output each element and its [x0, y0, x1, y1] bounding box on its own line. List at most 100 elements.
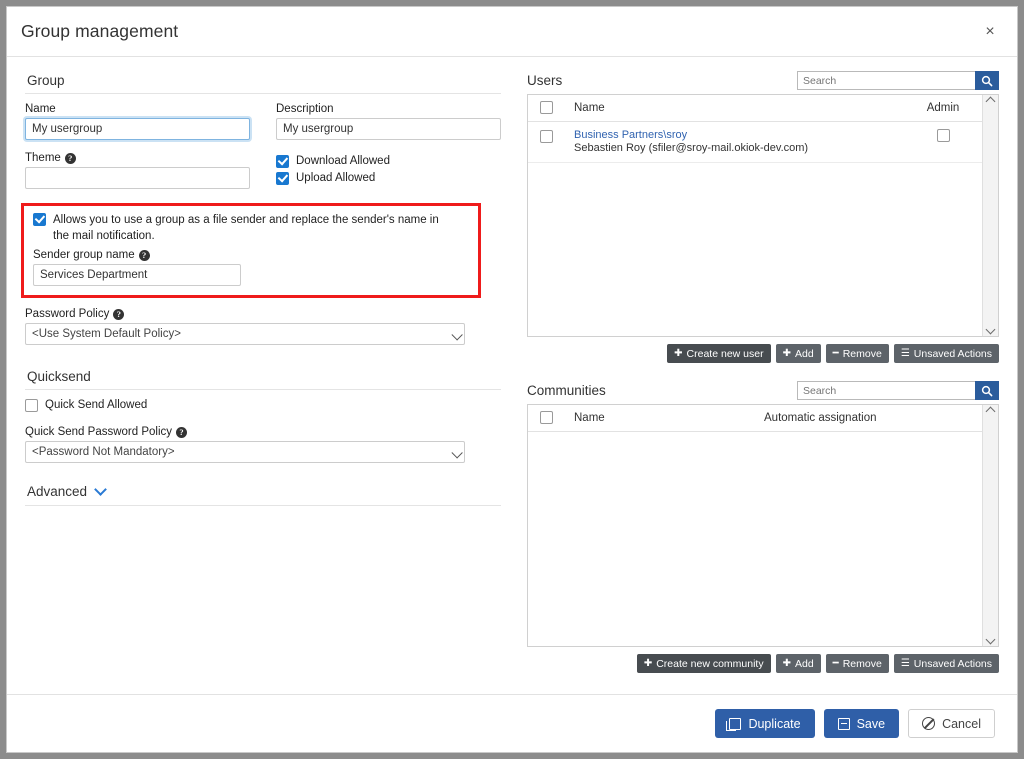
communities-col-name: Name — [574, 412, 605, 424]
quick-send-policy-group: Quick Send Password Policy ? <Password N… — [25, 426, 501, 464]
name-field-group: Name — [25, 103, 250, 140]
sender-allowed-row[interactable]: Allows you to use a group as a file send… — [33, 213, 469, 244]
dialog-footer: Duplicate Save Cancel — [7, 694, 1017, 752]
communities-unsaved-actions-button[interactable]: ☰ Unsaved Actions — [893, 654, 999, 673]
add-community-label: Add — [794, 657, 814, 670]
theme-label-text: Theme — [25, 152, 61, 164]
advanced-toggle[interactable]: Advanced — [25, 481, 501, 507]
group-section-heading: Group — [25, 71, 501, 94]
cancel-button[interactable]: Cancel — [908, 709, 995, 738]
cancel-icon — [922, 717, 936, 730]
description-label-text: Description — [276, 103, 334, 115]
search-icon — [981, 75, 993, 86]
quick-send-policy-value: <Password Not Mandatory> — [32, 446, 175, 459]
sender-allowed-label: Allows you to use a group as a file send… — [53, 214, 439, 242]
help-icon[interactable]: ? — [176, 426, 188, 438]
scroll-down-icon[interactable] — [985, 634, 996, 645]
name-input[interactable] — [25, 118, 250, 140]
password-policy-select[interactable]: <Use System Default Policy> — [25, 323, 465, 346]
users-select-all-cell — [540, 100, 574, 117]
communities-scrollbar[interactable] — [982, 405, 998, 646]
add-community-button[interactable]: ✚ Add — [775, 654, 821, 673]
theme-input[interactable] — [25, 167, 250, 189]
remove-community-button[interactable]: ━ Remove — [825, 654, 889, 673]
name-label: Name — [25, 103, 250, 115]
chevron-down-icon[interactable] — [94, 482, 107, 496]
save-button[interactable]: Save — [823, 709, 900, 738]
communities-header: Communities — [527, 381, 999, 400]
remove-user-label: Remove — [842, 347, 882, 360]
theme-permissions-row: Theme ? Download Allowed Upload Allowed — [25, 152, 501, 189]
duplicate-button[interactable]: Duplicate — [715, 709, 815, 738]
remove-user-button[interactable]: ━ Remove — [825, 344, 889, 363]
users-col-name: Name — [574, 102, 605, 114]
sender-group-name-label-text: Sender group name — [33, 249, 135, 262]
password-policy-label: Password Policy ? — [25, 308, 501, 320]
download-allowed-row[interactable]: Download Allowed — [276, 155, 501, 168]
duplicate-icon — [726, 717, 742, 731]
quick-send-policy-label-text: Quick Send Password Policy — [25, 426, 173, 439]
quick-send-policy-label: Quick Send Password Policy ? — [25, 426, 501, 438]
close-icon[interactable]: × — [977, 19, 1003, 45]
communities-select-all-checkbox[interactable] — [540, 410, 553, 424]
users-unsaved-actions-button[interactable]: ☰ Unsaved Actions — [893, 344, 999, 363]
upload-allowed-checkbox[interactable] — [276, 172, 289, 185]
users-select-all-checkbox[interactable] — [540, 100, 553, 114]
communities-search-input[interactable] — [797, 381, 975, 400]
communities-table: Name Automatic assignation — [528, 405, 982, 646]
communities-search-button[interactable] — [975, 381, 999, 400]
plus-icon: ✚ — [674, 347, 683, 359]
user-row-checkbox[interactable] — [540, 130, 553, 143]
description-label: Description — [276, 103, 501, 115]
users-header: Users — [527, 71, 999, 90]
table-row[interactable]: Business Partners\sroy Sebastien Roy (sf… — [528, 122, 982, 163]
quick-send-allowed-row[interactable]: Quick Send Allowed — [25, 399, 501, 413]
search-icon — [981, 385, 993, 396]
help-icon[interactable]: ? — [64, 152, 76, 164]
scroll-up-icon[interactable] — [985, 96, 996, 107]
create-new-community-button[interactable]: ✚ Create new community — [636, 654, 771, 673]
upload-allowed-row[interactable]: Upload Allowed — [276, 172, 501, 185]
users-button-bar: ✚ Create new user ✚ Add ━ Remove ☰ Unsav… — [527, 344, 999, 363]
add-user-button[interactable]: ✚ Add — [775, 344, 821, 363]
sender-group-name-input[interactable] — [33, 264, 241, 287]
list-icon: ☰ — [900, 347, 910, 359]
sender-group-name-label: Sender group name ? — [33, 249, 469, 261]
create-new-community-label: Create new community — [656, 657, 764, 670]
remove-community-label: Remove — [842, 657, 882, 670]
create-new-user-button[interactable]: ✚ Create new user — [667, 344, 771, 363]
theme-label: Theme ? — [25, 152, 250, 164]
scroll-down-icon[interactable] — [985, 324, 996, 335]
user-row-name-cell: Business Partners\sroy Sebastien Roy (sf… — [574, 129, 910, 154]
upload-allowed-label: Upload Allowed — [296, 172, 376, 184]
plus-icon: ✚ — [782, 657, 791, 669]
group-management-dialog: Group management × Group Name Descriptio… — [6, 6, 1018, 753]
download-allowed-checkbox[interactable] — [276, 155, 289, 168]
quick-send-allowed-label: Quick Send Allowed — [45, 399, 148, 412]
user-row-admin-checkbox[interactable] — [936, 129, 950, 142]
scroll-up-icon[interactable] — [985, 406, 996, 417]
users-unsaved-actions-label: Unsaved Actions — [913, 347, 992, 360]
quick-send-policy-select[interactable]: <Password Not Mandatory> — [25, 441, 465, 464]
list-icon: ☰ — [900, 657, 910, 669]
quick-send-policy-select-wrap: <Password Not Mandatory> — [25, 441, 465, 464]
minus-icon: ━ — [832, 347, 839, 359]
users-search-input[interactable] — [797, 71, 975, 90]
communities-table-header: Name Automatic assignation — [528, 405, 982, 432]
user-row-link[interactable]: Business Partners\sroy — [574, 129, 910, 141]
create-new-user-label: Create new user — [686, 347, 764, 360]
users-search-button[interactable] — [975, 71, 999, 90]
sender-allowed-checkbox[interactable] — [33, 213, 46, 226]
description-input[interactable] — [276, 118, 501, 140]
quicksend-section-heading: Quicksend — [25, 367, 501, 391]
communities-unsaved-actions-label: Unsaved Actions — [913, 657, 992, 670]
users-scrollbar[interactable] — [982, 95, 998, 336]
left-column: Group Name Description — [21, 71, 517, 694]
quick-send-allowed-checkbox[interactable] — [25, 399, 38, 413]
name-label-text: Name — [25, 103, 56, 115]
help-icon[interactable]: ? — [138, 249, 150, 261]
help-icon[interactable]: ? — [113, 308, 125, 320]
user-row-detail: Sebastien Roy (sfiler@sroy-mail.okiok-de… — [574, 142, 809, 154]
dialog-body: Group Name Description — [7, 57, 1017, 694]
communities-search — [797, 381, 999, 400]
